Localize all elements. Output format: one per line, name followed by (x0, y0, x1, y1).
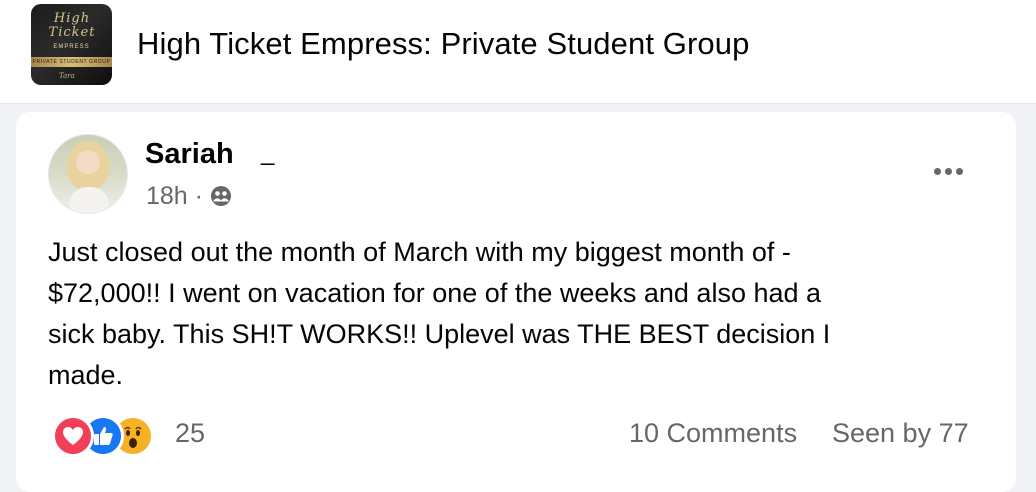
love-reaction-icon (52, 415, 94, 457)
seen-by-count[interactable]: Seen by 77 (832, 418, 969, 449)
author-name-suffix: _ (261, 139, 275, 166)
more-options-icon[interactable] (929, 158, 967, 184)
thumb-band-text: PRIVATE STUDENT GROUP (32, 59, 111, 65)
group-title[interactable]: High Ticket Empress: Private Student Gro… (137, 26, 749, 62)
author-name[interactable]: Sariah (145, 138, 234, 171)
comments-link[interactable]: 10 Comments (629, 418, 797, 449)
thumb-signature: Tara (59, 72, 75, 80)
post-timestamp[interactable]: 18h · (146, 182, 203, 211)
reaction-count[interactable]: 25 (175, 418, 205, 449)
thumb-empress-text: EMPRESS (53, 44, 90, 50)
author-avatar[interactable] (48, 134, 128, 214)
friends-globe-icon (210, 185, 232, 207)
post-text: Just closed out the month of March with … (48, 237, 831, 390)
group-cover-image[interactable]: High Ticket EMPRESS PRIVATE STUDENT GROU… (31, 4, 112, 85)
thumb-script-text: High Ticket (48, 11, 96, 40)
group-header: High Ticket EMPRESS PRIVATE STUDENT GROU… (0, 0, 1036, 104)
thumb-band: PRIVATE STUDENT GROUP (31, 57, 112, 67)
avatar-figure (69, 187, 109, 213)
post-card: Sariah _ 18h · Just closed out the month… (16, 112, 1016, 492)
